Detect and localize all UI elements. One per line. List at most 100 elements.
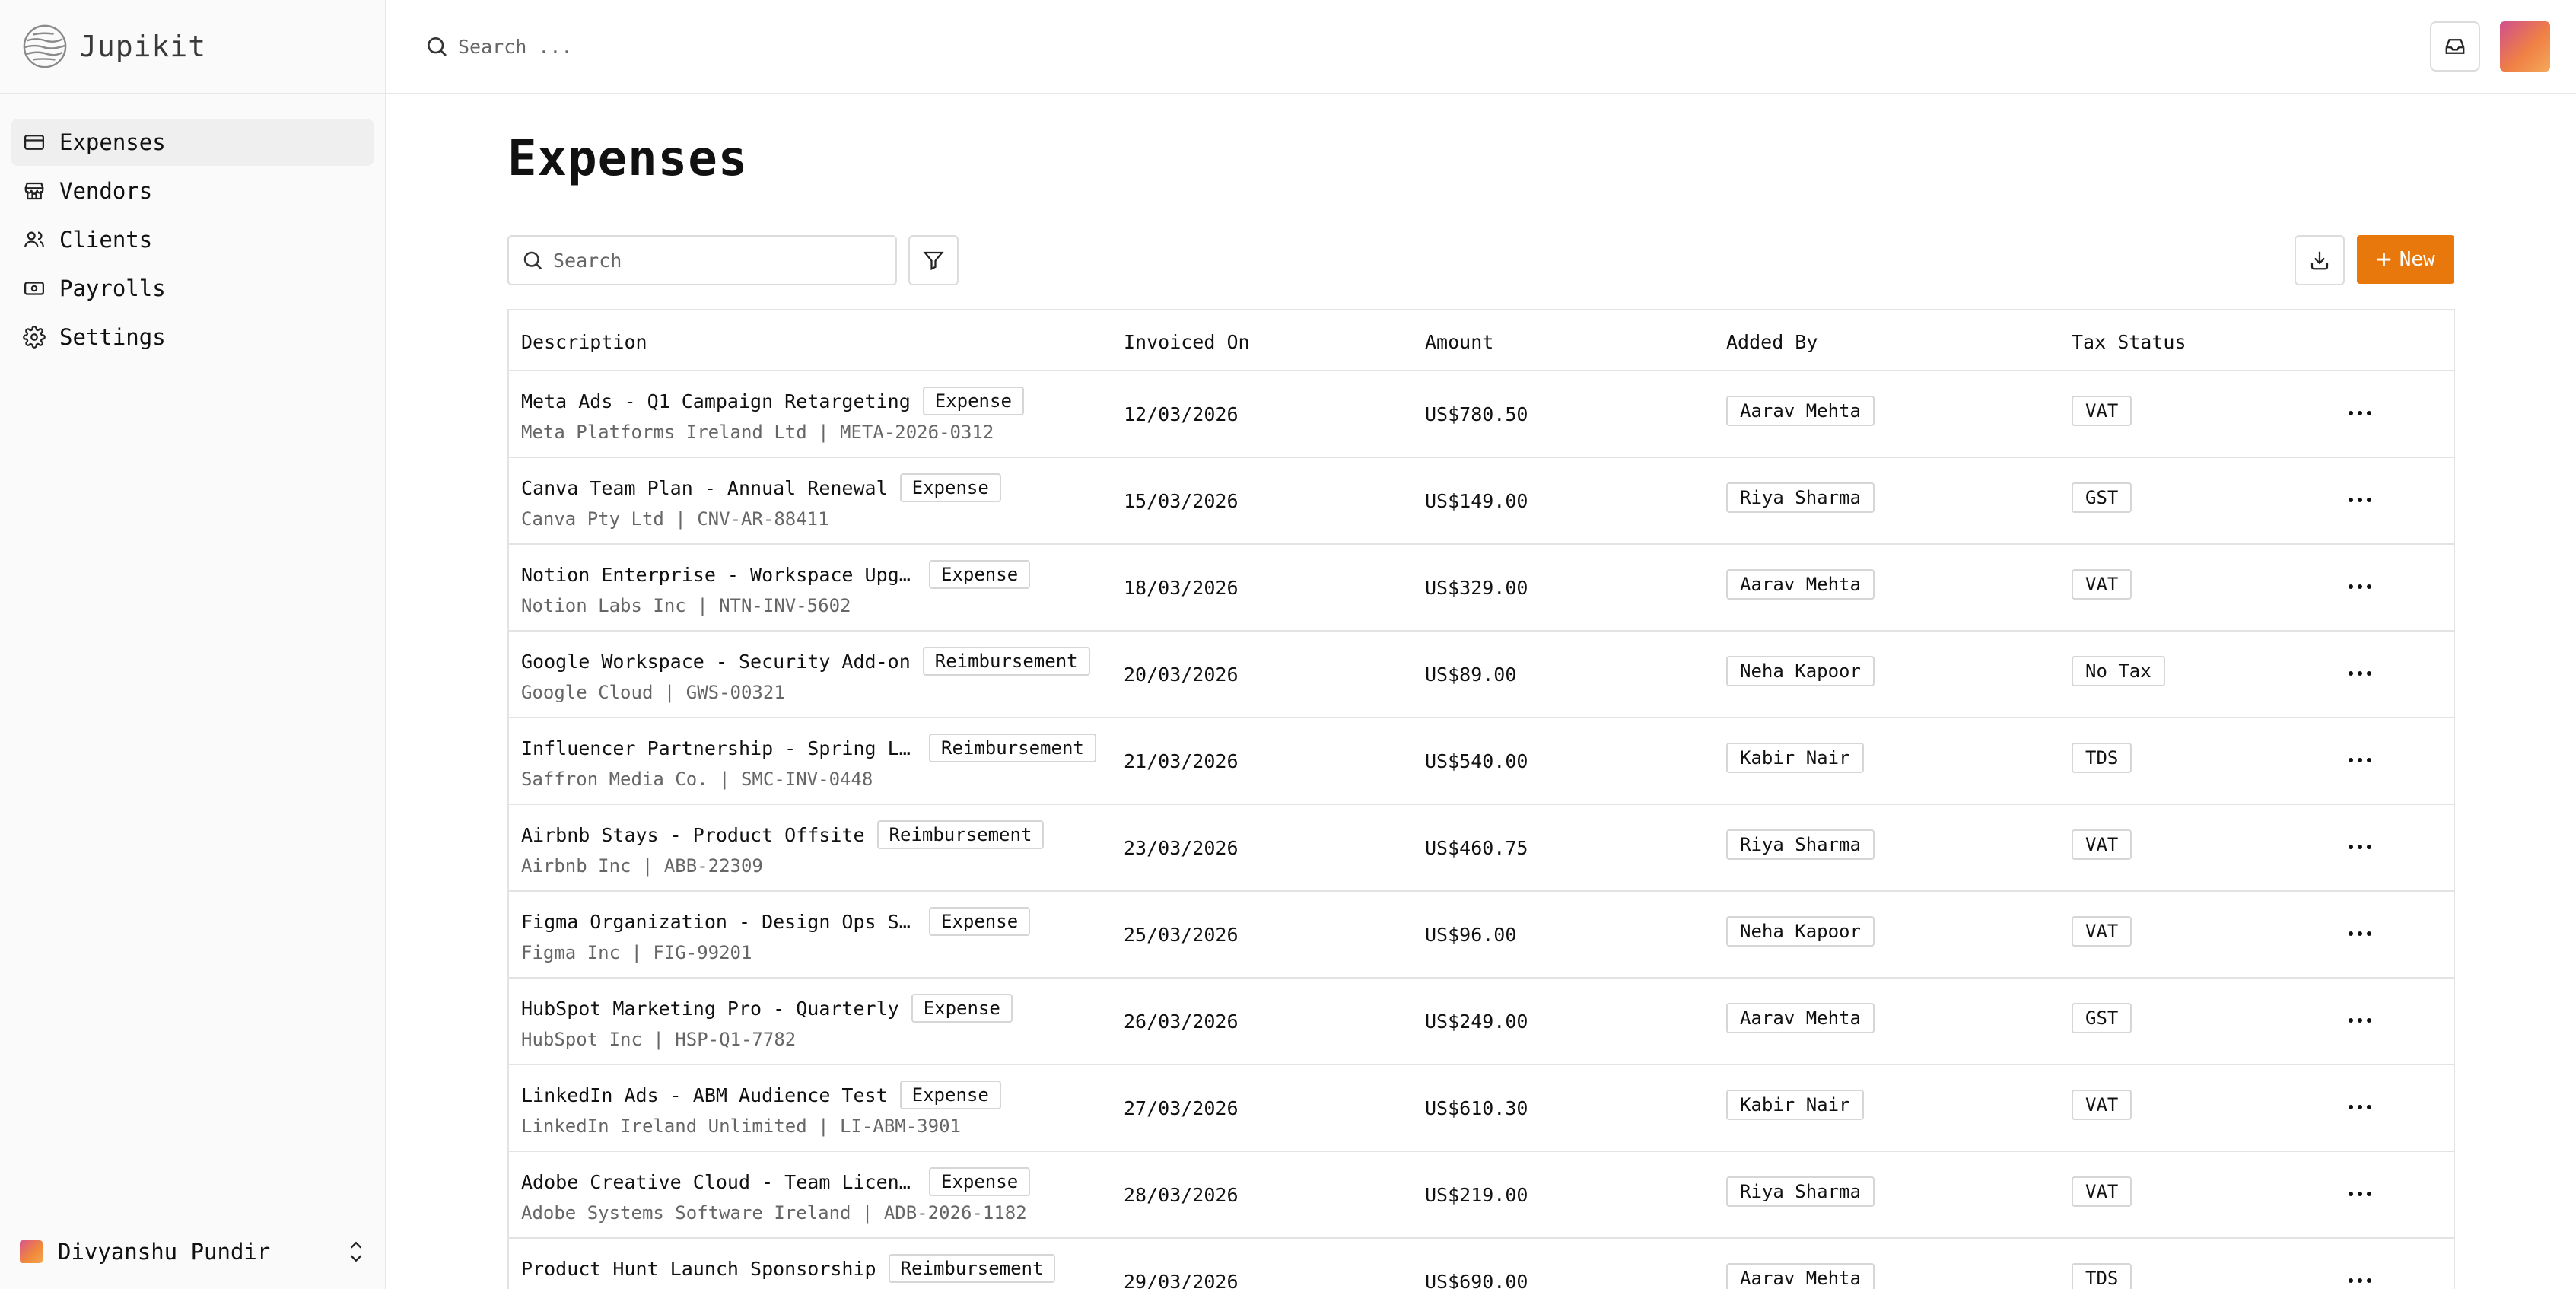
sidebar-item-clients[interactable]: Clients (11, 216, 374, 263)
column-header-amount[interactable]: Amount (1425, 331, 1493, 353)
new-expense-button[interactable]: + New (2357, 235, 2454, 284)
expense-type-tag: Expense (929, 1167, 1031, 1196)
table-row[interactable]: HubSpot Marketing Pro - Quarterly Expense… (509, 979, 2454, 1065)
more-dot-icon (2349, 1278, 2353, 1283)
added-by-badge: Kabir Nair (1726, 743, 1864, 773)
invoiced-on-date: 18/03/2026 (1124, 577, 1239, 599)
column-header-tax-status[interactable]: Tax Status (2072, 331, 2186, 353)
more-dot-icon (2349, 845, 2353, 849)
user-name: Divyanshu Pundir (58, 1239, 271, 1265)
row-actions-button[interactable] (2341, 654, 2379, 692)
search-icon (523, 251, 542, 270)
row-actions-button[interactable] (2341, 741, 2379, 779)
filter-button[interactable] (908, 235, 959, 285)
avatar (20, 1240, 43, 1263)
banknote-icon (21, 275, 47, 301)
more-dot-icon (2349, 1192, 2353, 1196)
more-dot-icon (2358, 498, 2362, 502)
sidebar-item-expenses[interactable]: Expenses (11, 119, 374, 166)
row-actions-button[interactable] (2341, 1001, 2379, 1039)
sidebar-item-label: Vendors (59, 178, 153, 204)
more-dot-icon (2367, 1192, 2371, 1196)
sidebar-item-label: Payrolls (59, 275, 166, 301)
more-dot-icon (2349, 411, 2353, 415)
profile-avatar[interactable] (2500, 21, 2550, 72)
inbox-button[interactable] (2430, 21, 2480, 72)
more-dot-icon (2367, 931, 2371, 936)
description-line: Adobe Creative Cloud - Team Licenses Expe… (521, 1167, 1031, 1196)
more-dot-icon (2367, 1105, 2371, 1109)
row-actions-button[interactable] (2341, 394, 2379, 432)
tax-status-badge: VAT (2072, 829, 2132, 860)
download-icon (2310, 251, 2329, 270)
sidebar-item-payrolls[interactable]: Payrolls (11, 265, 374, 312)
table-row[interactable]: Product Hunt Launch Sponsorship Reimburse… (509, 1239, 2454, 1289)
row-actions-button[interactable] (2341, 481, 2379, 519)
more-dot-icon (2349, 498, 2353, 502)
row-actions-button[interactable] (2341, 915, 2379, 953)
description-line: Airbnb Stays - Product Offsite Reimbursem… (521, 820, 1045, 849)
more-dot-icon (2358, 931, 2362, 936)
more-dot-icon (2367, 1278, 2371, 1283)
expense-title: Meta Ads - Q1 Campaign Retargeting (521, 390, 911, 412)
added-by-badge: Aarav Mehta (1726, 396, 1875, 426)
tax-status-badge: TDS (2072, 1263, 2132, 1289)
table-row[interactable]: Canva Team Plan - Annual Renewal Expense C… (509, 458, 2454, 545)
more-dot-icon (2367, 411, 2371, 415)
sidebar-item-label: Settings (59, 324, 166, 350)
table-row[interactable]: Figma Organization - Design Ops Seats Exp… (509, 892, 2454, 979)
search-icon (428, 37, 447, 56)
sidebar-nav: Expenses Vendors Clients Payrolls Settin… (0, 94, 385, 361)
row-actions-button[interactable] (2341, 828, 2379, 866)
column-header-added-by[interactable]: Added By (1726, 331, 1818, 353)
row-actions-button[interactable] (2341, 1088, 2379, 1126)
amount-value: US$540.00 (1425, 750, 1528, 772)
download-button[interactable] (2295, 235, 2345, 285)
invoiced-on-date: 26/03/2026 (1124, 1011, 1239, 1033)
global-search (425, 34, 914, 59)
table-row[interactable]: LinkedIn Ads - ABM Audience Test Expense L… (509, 1065, 2454, 1152)
invoiced-on-date: 21/03/2026 (1124, 750, 1239, 772)
new-button-label: New (2399, 248, 2435, 271)
sidebar-item-vendors[interactable]: Vendors (11, 167, 374, 215)
amount-value: US$610.30 (1425, 1097, 1528, 1119)
table-row[interactable]: Meta Ads - Q1 Campaign Retargeting Expens… (509, 371, 2454, 458)
row-actions-button[interactable] (2341, 1175, 2379, 1213)
more-dot-icon (2358, 1105, 2362, 1109)
table-row[interactable]: Google Workspace - Security Add-on Reimbu… (509, 632, 2454, 718)
vendor-invoice-ref: Saffron Media Co. | SMC-INV-0448 (521, 769, 873, 790)
global-search-input[interactable] (458, 35, 914, 58)
expense-type-tag: Reimbursement (929, 734, 1096, 762)
expense-title: Influencer Partnership - Spring Lau… (521, 737, 917, 759)
table-row[interactable]: Notion Enterprise - Workspace Upgrade Exp… (509, 545, 2454, 632)
expenses-search-input[interactable] (553, 249, 873, 272)
gear-icon (21, 324, 47, 350)
tax-status-badge: TDS (2072, 743, 2132, 773)
invoiced-on-date: 25/03/2026 (1124, 924, 1239, 946)
table-row[interactable]: Influencer Partnership - Spring Lau… Reim… (509, 718, 2454, 805)
column-header-description[interactable]: Description (521, 331, 647, 353)
expense-title: Canva Team Plan - Annual Renewal (521, 476, 888, 499)
column-header-invoiced-on[interactable]: Invoiced On (1124, 331, 1250, 353)
filter-icon (923, 251, 944, 271)
users-icon (21, 227, 47, 253)
added-by-badge: Riya Sharma (1726, 1176, 1875, 1207)
amount-value: US$249.00 (1425, 1011, 1528, 1033)
row-actions-button[interactable] (2341, 1262, 2379, 1289)
sidebar-item-settings[interactable]: Settings (11, 313, 374, 361)
sidebar-item-label: Clients (59, 227, 153, 253)
invoiced-on-date: 15/03/2026 (1124, 490, 1239, 512)
expense-title: Product Hunt Launch Sponsorship (521, 1257, 876, 1280)
table-row[interactable]: Airbnb Stays - Product Offsite Reimbursem… (509, 805, 2454, 892)
table-row[interactable]: Adobe Creative Cloud - Team Licenses Expe… (509, 1152, 2454, 1239)
sidebar-item-label: Expenses (59, 129, 166, 155)
expense-type-tag: Expense (911, 994, 1013, 1023)
user-switcher[interactable]: Divyanshu Pundir (20, 1228, 367, 1275)
description-line: Notion Enterprise - Workspace Upgrade Exp… (521, 560, 1031, 589)
brand[interactable]: Jupikit (0, 0, 385, 94)
added-by-badge: Riya Sharma (1726, 829, 1875, 860)
added-by-badge: Riya Sharma (1726, 482, 1875, 513)
tax-status-badge: GST (2072, 482, 2132, 513)
row-actions-button[interactable] (2341, 568, 2379, 606)
description-line: HubSpot Marketing Pro - Quarterly Expense (521, 994, 1013, 1023)
